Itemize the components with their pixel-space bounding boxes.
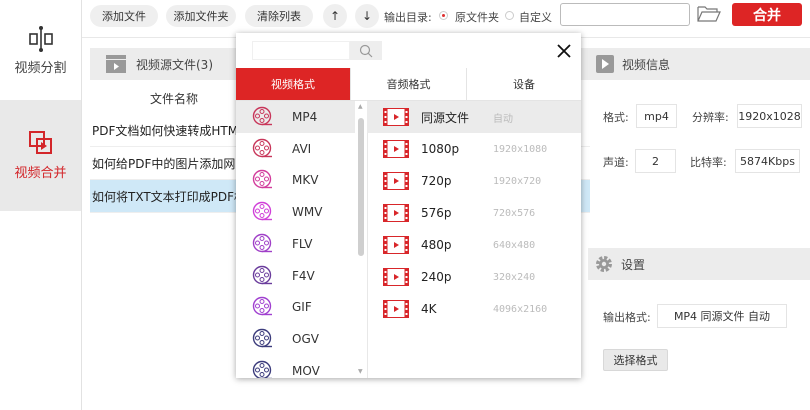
resolution-item[interactable]: 同源文件 自动 [367, 101, 581, 133]
clapper-icon [106, 55, 126, 73]
resolution-name: 720p [421, 174, 452, 188]
file-name: PDF文档如何快速转成HTML [92, 123, 245, 138]
gear-icon [596, 256, 612, 272]
sidebar-item-split[interactable]: 视频分割 [0, 0, 81, 100]
resolution-name: 4K [421, 302, 437, 316]
radio-source-folder[interactable] [439, 11, 448, 20]
move-up-button[interactable]: ↑ [323, 4, 347, 28]
tab-audio-format[interactable]: 音频格式 [350, 68, 466, 100]
video-file-icon [383, 268, 409, 286]
source-folder-label: 原文件夹 [455, 11, 499, 24]
resolution-name: 240p [421, 270, 452, 284]
output-format-value: MP4 同源文件 自动 [657, 304, 787, 328]
add-file-button[interactable]: 添加文件 [90, 5, 158, 27]
close-icon[interactable] [557, 44, 571, 58]
merge-icon [28, 131, 52, 154]
info-title: 视频信息 [622, 57, 671, 72]
settings-title: 设置 [621, 257, 646, 272]
output-path-input[interactable] [560, 3, 690, 26]
custom-label: 自定义 [519, 11, 552, 24]
resolution-item[interactable]: 1080p 1920x1080 [367, 133, 581, 165]
resolution-value: 1920x1028 [737, 104, 802, 128]
search-button[interactable] [350, 41, 382, 60]
bitrate-value: 5874Kbps [735, 149, 800, 173]
add-folder-button[interactable]: 添加文件夹 [166, 5, 236, 27]
sidebar-item-label: 视频合并 [14, 166, 67, 181]
resolution-name: 576p [421, 206, 452, 220]
radio-custom[interactable] [505, 11, 514, 20]
merge-button[interactable]: 合并 [732, 3, 802, 26]
source-title: 视频源文件(3) [136, 57, 213, 72]
sidebar: 视频分割 视频合并 [0, 0, 82, 410]
resolution-dimensions: 1920x720 [493, 175, 542, 187]
video-file-icon [383, 172, 409, 190]
choose-format-button[interactable]: 选择格式 [603, 349, 668, 371]
file-name: 如何给PDF中的图片添加网页 [92, 156, 248, 171]
folder-icon[interactable] [697, 5, 721, 23]
move-down-button[interactable]: ↓ [355, 4, 379, 28]
format-popup: 视频格式 音频格式 设备 MP4 AVI MKV WMV FLV F4V GIF OGV MOV… [236, 33, 581, 378]
video-file-icon [383, 140, 409, 158]
format-value: mp4 [636, 104, 677, 128]
play-icon [596, 55, 614, 73]
resolution-dimensions: 1920x1080 [493, 143, 548, 155]
resolution-name: 480p [421, 238, 452, 252]
split-icon [28, 25, 53, 52]
format-search-input[interactable] [252, 41, 350, 60]
file-name: 如何将TXT文本打印成PDF格 [92, 189, 247, 204]
video-file-icon [383, 300, 409, 318]
resolution-dimensions: 自动 [493, 113, 513, 125]
search-icon [359, 44, 373, 57]
output-format-label: 输出格式: [603, 311, 651, 324]
resolution-label: 分辨率: [692, 111, 729, 124]
resolution-name: 1080p [421, 142, 460, 156]
video-file-icon [383, 236, 409, 254]
bitrate-label: 比特率: [690, 156, 727, 169]
tab-video-format[interactable]: 视频格式 [236, 68, 350, 100]
clear-list-button[interactable]: 清除列表 [245, 5, 313, 27]
info-header: 视频信息 [588, 48, 810, 80]
resolution-list: 同源文件 自动 1080p 1920x1080 720p 1920x720 576p 720x… [236, 101, 581, 378]
resolution-item[interactable]: 720p 1920x720 [367, 165, 581, 197]
resolution-dimensions: 320x240 [493, 271, 536, 283]
resolution-item[interactable]: 4K 4096x2160 [367, 293, 581, 325]
format-label: 格式: [603, 111, 629, 124]
output-dir-label: 输出目录: [384, 11, 432, 24]
resolution-item[interactable]: 240p 320x240 [367, 261, 581, 293]
resolution-dimensions: 720x576 [493, 207, 536, 219]
resolution-dimensions: 640x480 [493, 239, 536, 251]
resolution-name: 同源文件 [421, 110, 470, 125]
resolution-item[interactable]: 480p 640x480 [367, 229, 581, 261]
sidebar-item-label: 视频分割 [14, 60, 67, 76]
sidebar-item-merge[interactable]: 视频合并 [0, 100, 81, 211]
resolution-item[interactable]: 576p 720x576 [367, 197, 581, 229]
video-file-icon [383, 108, 409, 126]
column-filename: 文件名称 [150, 92, 199, 106]
tab-device[interactable]: 设备 [466, 68, 581, 100]
resolution-dimensions: 4096x2160 [493, 303, 548, 315]
video-file-icon [383, 204, 409, 222]
channel-value: 2 [635, 149, 676, 173]
settings-header: 设置 [588, 248, 810, 280]
channel-label: 声道: [603, 156, 629, 169]
